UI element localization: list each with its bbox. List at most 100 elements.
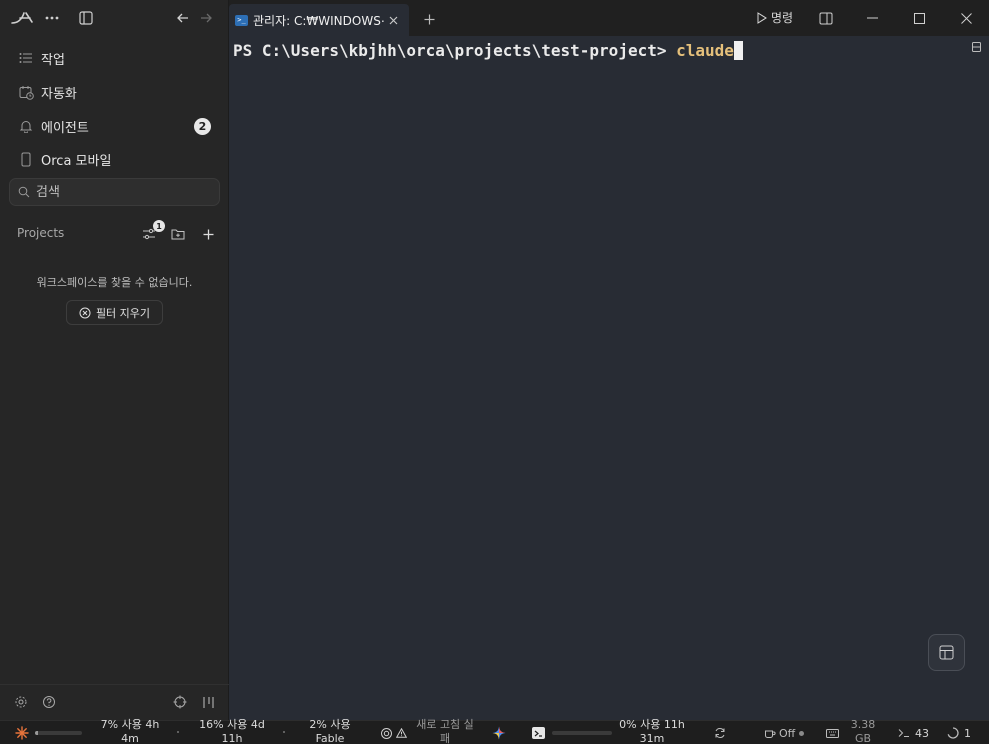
close-tab-icon[interactable]	[389, 16, 398, 25]
search-icon	[18, 186, 30, 198]
usage-fable-line2: Fable	[315, 732, 345, 744]
terminals-count[interactable]: 43	[898, 721, 929, 744]
sidebar-item-label: 작업	[41, 52, 65, 68]
agents-count-badge: 2	[194, 118, 211, 135]
tab-title: 관리자: C:₩WINDOWS⋯	[253, 13, 385, 28]
layout-icon	[939, 645, 954, 660]
sidebar-footer	[0, 684, 229, 720]
power-status-dot	[799, 730, 805, 736]
editor-usage-bar	[552, 731, 612, 735]
usage-fable-line1: 2% 사용	[309, 718, 351, 731]
split-view-icon[interactable]	[803, 0, 849, 36]
crosshair-icon[interactable]	[172, 694, 188, 710]
clear-filter-button[interactable]: 필터 지우기	[66, 300, 163, 325]
terminal-prompt: PS C:\Users\kbjhh\orca\projects\test-pro…	[233, 41, 677, 60]
x-circle-icon	[79, 307, 91, 319]
play-icon	[757, 11, 767, 24]
sidebar-item-label: 자동화	[41, 86, 77, 102]
search-input[interactable]	[36, 184, 196, 200]
usage-weekly-text: 16% 사용 4d 11h	[194, 718, 270, 744]
minimize-icon[interactable]	[849, 0, 895, 36]
sidebar-item-label: 에이전트	[41, 120, 89, 136]
search-field[interactable]	[9, 178, 220, 206]
sidebar-titlebar	[0, 0, 229, 36]
list-icon	[17, 49, 35, 67]
refresh-failed-line2: 패	[439, 732, 451, 744]
add-project-button[interactable]	[198, 224, 218, 244]
coffee-icon	[764, 727, 776, 739]
usage-weekly-line1: 16% 사용 4d	[199, 718, 265, 731]
bell-icon	[17, 117, 35, 135]
sidebar-item-label: Orca 모바일	[41, 153, 112, 169]
sidebar-toggle-icon[interactable]	[78, 10, 94, 26]
terminal-pane[interactable]: PS C:\Users\kbjhh\orca\projects\test-pro…	[229, 36, 989, 720]
memory-usage-text: 3.38 GB	[846, 718, 880, 744]
sidebar-item-tasks[interactable]: 작업	[8, 43, 220, 73]
separator-dot	[283, 731, 285, 733]
separator-dot	[177, 731, 179, 733]
columns-icon[interactable]	[200, 694, 216, 710]
warning-icon	[396, 728, 407, 738]
usage-session-line2: 4m	[121, 732, 139, 744]
usage-session-line1: 7% 사용 4h	[100, 718, 160, 731]
folder-plus-icon	[171, 228, 185, 240]
back-arrow-icon[interactable]	[175, 10, 191, 26]
openai-status[interactable]	[380, 721, 407, 744]
projects-header: Projects	[17, 226, 65, 240]
cursor-editor-status[interactable]	[532, 721, 612, 744]
usage-editor-text: 0% 사용 11h 31m	[614, 718, 690, 744]
new-tab-icon[interactable]	[424, 10, 435, 29]
add-folder-button[interactable]	[168, 224, 188, 244]
filter-count-badge: 1	[153, 220, 165, 232]
clear-filter-label: 필터 지우기	[95, 306, 151, 320]
settings-gear-icon[interactable]	[13, 694, 29, 710]
tab-bar: >_ 관리자: C:₩WINDOWS⋯ 명령	[229, 0, 989, 36]
sidebar-item-automation[interactable]: 자동화	[8, 77, 220, 107]
calendar-clock-icon	[17, 83, 35, 101]
layout-panel-button[interactable]	[928, 634, 965, 671]
close-window-icon[interactable]	[943, 0, 989, 36]
plus-icon	[203, 229, 214, 240]
sync-icon[interactable]	[714, 721, 726, 744]
tab-terminal[interactable]: >_ 관리자: C:₩WINDOWS⋯	[229, 4, 409, 36]
refresh-failed-text: 새로 고침 실 패	[414, 718, 476, 744]
run-command-label: 명령	[771, 11, 794, 25]
memory-usage-line1: 3.38	[850, 718, 876, 731]
power-toggle-label: Off	[779, 726, 796, 740]
keyboard-icon[interactable]	[826, 721, 839, 744]
more-icon[interactable]	[44, 10, 60, 26]
usage-editor-line2: 31m	[639, 732, 665, 744]
memory-usage-line2: GB	[854, 732, 872, 744]
usage-editor-line1: 0% 사용 11h	[619, 718, 685, 731]
gemini-sparkle-icon	[492, 726, 506, 740]
forward-arrow-icon[interactable]	[198, 10, 214, 26]
terminal-command: claude	[676, 41, 734, 60]
usage-session-text: 7% 사용 4h 4m	[96, 718, 164, 744]
sessions-count-value: 1	[964, 726, 971, 740]
gemini-status[interactable]	[492, 721, 506, 744]
empty-workspace-message: 워크스페이스를 찾을 수 없습니다.	[36, 276, 193, 289]
sidebar: 작업 자동화 에이전트 2 Orca 모바일 Projects 1	[0, 0, 229, 720]
usage-progress-bar	[35, 731, 82, 735]
scroll-to-bottom-icon[interactable]	[972, 42, 981, 52]
terminal-cursor	[733, 41, 743, 60]
help-icon[interactable]	[41, 694, 57, 710]
filter-button[interactable]: 1	[139, 220, 165, 244]
refresh-failed-line1: 새로 고침 실	[416, 718, 474, 731]
claude-burst-icon	[15, 726, 29, 740]
sessions-count[interactable]: 1	[947, 721, 971, 744]
power-toggle[interactable]: Off	[764, 721, 805, 744]
powershell-icon: >_	[235, 14, 248, 26]
sidebar-item-agents[interactable]: 에이전트 2	[8, 111, 220, 141]
terminals-count-value: 43	[915, 726, 929, 740]
terminal-prompt-icon	[898, 728, 910, 738]
claude-usage-indicator[interactable]	[15, 721, 82, 744]
usage-progress-fill	[35, 731, 39, 735]
editor-app-icon	[532, 727, 545, 739]
spinner-icon	[947, 727, 959, 739]
run-command-button[interactable]: 명령	[757, 9, 793, 26]
mobile-icon	[17, 150, 35, 168]
maximize-icon[interactable]	[896, 0, 942, 36]
usage-fable-text: 2% 사용 Fable	[300, 718, 360, 744]
sidebar-item-mobile[interactable]: Orca 모바일	[8, 144, 220, 174]
